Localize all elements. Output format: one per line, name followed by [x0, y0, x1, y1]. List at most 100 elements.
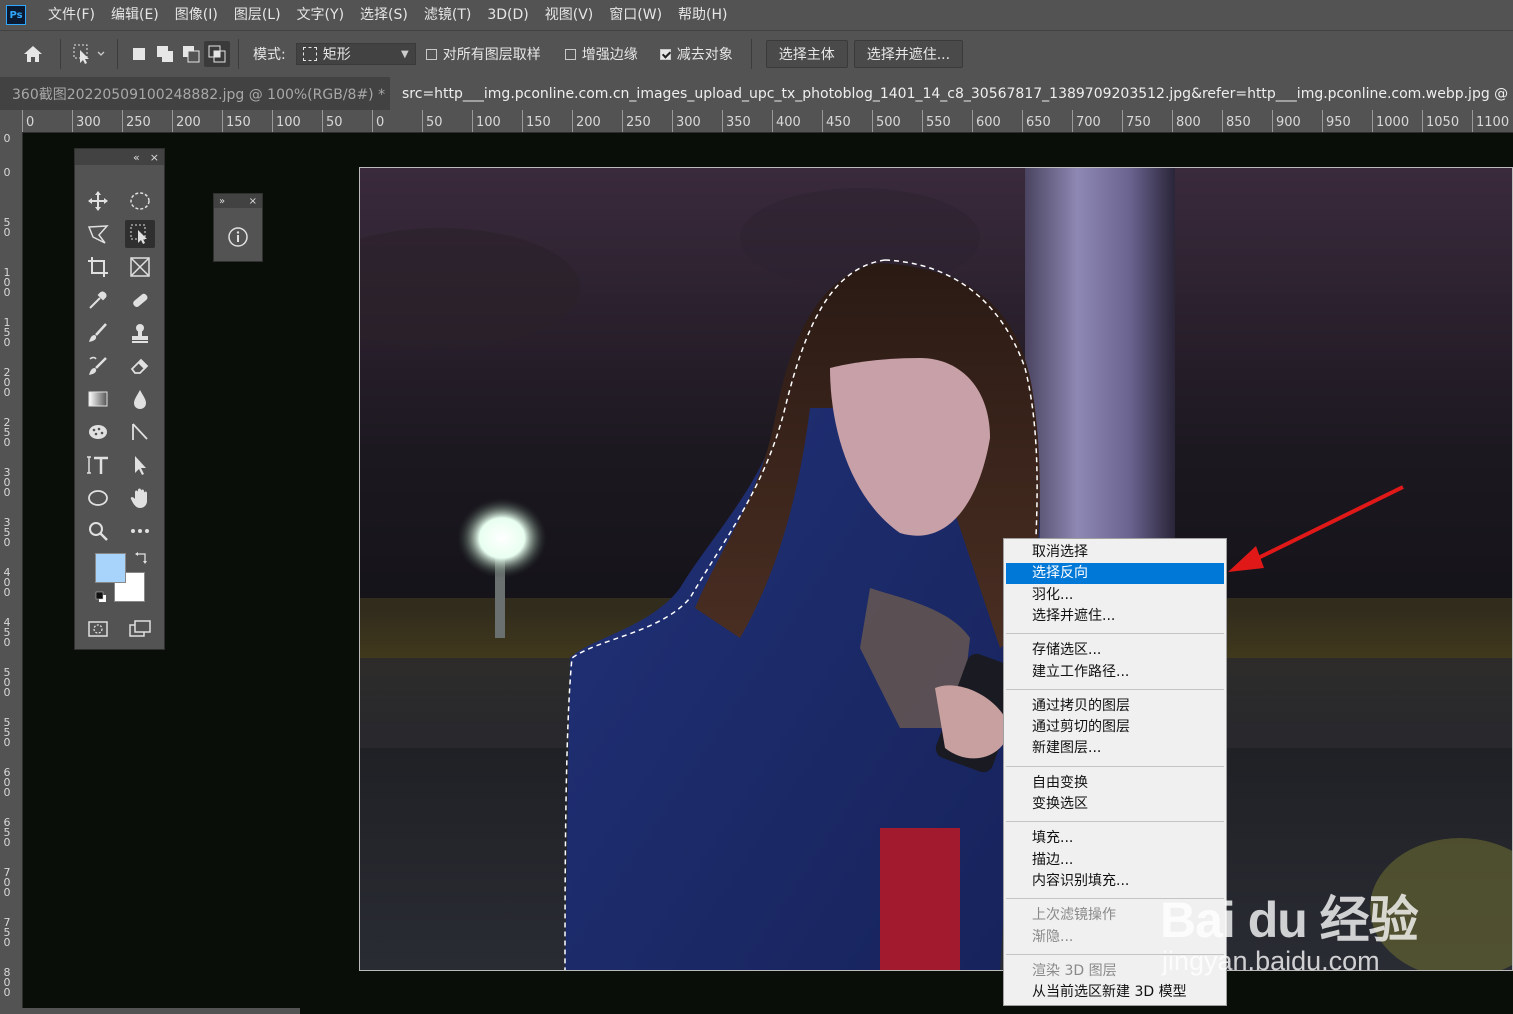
frame-tool[interactable]	[125, 253, 155, 281]
ruler-label: 700	[1076, 115, 1101, 130]
context-menu-item[interactable]: 取消选择	[1006, 542, 1224, 563]
zoom-icon	[89, 522, 108, 541]
swap-colors-button[interactable]	[134, 551, 148, 565]
sample-all-layers-checkbox[interactable]	[425, 48, 437, 60]
ruler-tick: 50	[422, 110, 443, 132]
add-selection-icon	[157, 46, 173, 62]
menu-help[interactable]: 帮助(H)	[670, 0, 735, 30]
context-menu-item[interactable]: 填充...	[1006, 828, 1224, 849]
ruler-tick: 800	[1172, 110, 1201, 132]
ruler-label: 3 0 0	[3, 466, 11, 499]
horizontal-ruler[interactable]: 0 300 250 200 150 100 50 0 50 100 150 200 250 300 350 4…	[22, 110, 1513, 133]
menu-type[interactable]: 文字(Y)	[289, 0, 352, 30]
ruler-label: 200	[176, 115, 201, 130]
ruler-tick: 300	[72, 110, 101, 132]
context-menu-item[interactable]: 从当前选区新建 3D 模型	[1006, 982, 1224, 1003]
swap-arrows-icon	[135, 552, 147, 564]
pen-tool[interactable]	[125, 418, 155, 446]
tool-preset-picker[interactable]	[69, 41, 109, 67]
object-selection-tool[interactable]	[125, 220, 155, 248]
menu-file[interactable]: 文件(F)	[40, 0, 103, 30]
blur-tool[interactable]	[125, 385, 155, 413]
sponge-tool[interactable]	[83, 418, 113, 446]
tools-panel-header[interactable]: « ×	[75, 149, 164, 165]
tab-document-1[interactable]: 360截图20220509100248882.jpg @ 100%(RGB/8#…	[0, 77, 406, 110]
menu-view[interactable]: 视图(V)	[537, 0, 602, 30]
menu-3d[interactable]: 3D(D)	[479, 0, 536, 30]
ruler-label: 450	[826, 115, 851, 130]
menu-image[interactable]: 图像(I)	[167, 0, 226, 30]
mode-label: 模式:	[253, 47, 286, 63]
history-brush-tool[interactable]	[83, 352, 113, 380]
add-selection-button[interactable]	[152, 41, 178, 67]
elliptical-marquee-icon	[130, 192, 150, 210]
ruler-label: 150	[526, 115, 551, 130]
eraser-tool[interactable]	[125, 352, 155, 380]
context-menu-item[interactable]: 羽化...	[1006, 585, 1224, 606]
crop-tool[interactable]	[83, 253, 113, 281]
context-menu-item[interactable]: 新建图层...	[1006, 738, 1224, 759]
type-tool[interactable]	[83, 451, 113, 479]
info-button[interactable]	[214, 226, 262, 248]
move-tool[interactable]	[83, 187, 113, 215]
select-subject-button[interactable]: 选择主体	[765, 40, 848, 68]
quick-mask-button[interactable]	[83, 615, 113, 643]
ruler-label: 2 5 0	[3, 416, 11, 449]
ellipse-tool[interactable]	[83, 484, 113, 512]
context-menu-item[interactable]: 变换选区	[1006, 794, 1224, 815]
zoom-tool[interactable]	[83, 517, 113, 545]
eyedropper-tool[interactable]	[83, 286, 113, 314]
healing-brush-tool[interactable]	[125, 286, 155, 314]
context-menu-item[interactable]: 存储选区...	[1006, 640, 1224, 661]
home-button[interactable]	[20, 41, 46, 67]
gradient-tool[interactable]	[83, 385, 113, 413]
subtract-object-label: 减去对象	[676, 47, 733, 63]
ruler-label: 6 5 0	[3, 816, 11, 849]
foreground-color-swatch[interactable]	[95, 553, 126, 583]
menu-select[interactable]: 选择(S)	[352, 0, 416, 30]
collapse-icon[interactable]: «	[133, 151, 140, 164]
menu-window[interactable]: 窗口(W)	[601, 0, 670, 30]
info-panel-header[interactable]: » ×	[214, 194, 262, 208]
mode-select[interactable]: 矩形 ▼	[295, 43, 416, 65]
hand-tool[interactable]	[125, 484, 155, 512]
context-menu-item[interactable]: 通过剪切的图层	[1006, 717, 1224, 738]
subtract-object-checkbox[interactable]	[659, 48, 671, 60]
menu-bar: Ps 文件(F) 编辑(E) 图像(I) 图层(L) 文字(Y) 选择(S) 滤…	[0, 0, 1513, 30]
new-selection-button[interactable]	[126, 41, 152, 67]
path-selection-tool[interactable]	[125, 451, 155, 479]
default-colors-button[interactable]	[95, 591, 107, 603]
context-menu-item[interactable]: 建立工作路径...	[1006, 662, 1224, 683]
watermark-brand: Bai du 经验	[1160, 892, 1419, 948]
elliptical-marquee-tool[interactable]	[125, 187, 155, 215]
ruler-tick: 600	[972, 110, 1001, 132]
ruler-label: 150	[226, 115, 251, 130]
close-icon[interactable]: ×	[249, 196, 257, 207]
ruler-tick: 0	[22, 110, 34, 132]
lasso-tool[interactable]	[83, 220, 113, 248]
ruler-label: 5 0 0	[3, 666, 11, 699]
context-menu-item[interactable]: 选择并遮住...	[1006, 606, 1224, 627]
enhance-edge-checkbox[interactable]	[564, 48, 576, 60]
ruler-label: 550	[926, 115, 951, 130]
clone-stamp-tool[interactable]	[125, 319, 155, 347]
context-menu-item[interactable]: 自由变换	[1006, 773, 1224, 794]
close-icon[interactable]: ×	[150, 151, 159, 164]
ruler-label: 7 0 0	[3, 866, 11, 899]
screen-mode-button[interactable]	[125, 615, 155, 643]
intersect-selection-button[interactable]	[204, 41, 230, 67]
expand-icon[interactable]: »	[219, 196, 225, 207]
tab-document-2[interactable]: src=http___img.pconline.com.cn_images_up…	[390, 77, 1513, 110]
subtract-selection-button[interactable]	[178, 41, 204, 67]
select-and-mask-button[interactable]: 选择并遮住...	[853, 40, 964, 68]
brush-tool[interactable]	[83, 319, 113, 347]
menu-layer[interactable]: 图层(L)	[226, 0, 289, 30]
photoshop-logo: Ps	[6, 5, 26, 25]
context-menu-item[interactable]: 选择反向	[1006, 563, 1224, 585]
more-tools[interactable]	[125, 517, 155, 545]
menu-filter[interactable]: 滤镜(T)	[416, 0, 479, 30]
context-menu-item[interactable]: 通过拷贝的图层	[1006, 696, 1224, 717]
ruler-tick: 700	[1072, 110, 1101, 132]
menu-edit[interactable]: 编辑(E)	[103, 0, 167, 30]
vertical-ruler[interactable]: 0 0 5 0 1 0 0 1 5 0 2 0 0 2 5 0 3 0 0 3 5 0 4 0 0…	[0, 132, 23, 1014]
